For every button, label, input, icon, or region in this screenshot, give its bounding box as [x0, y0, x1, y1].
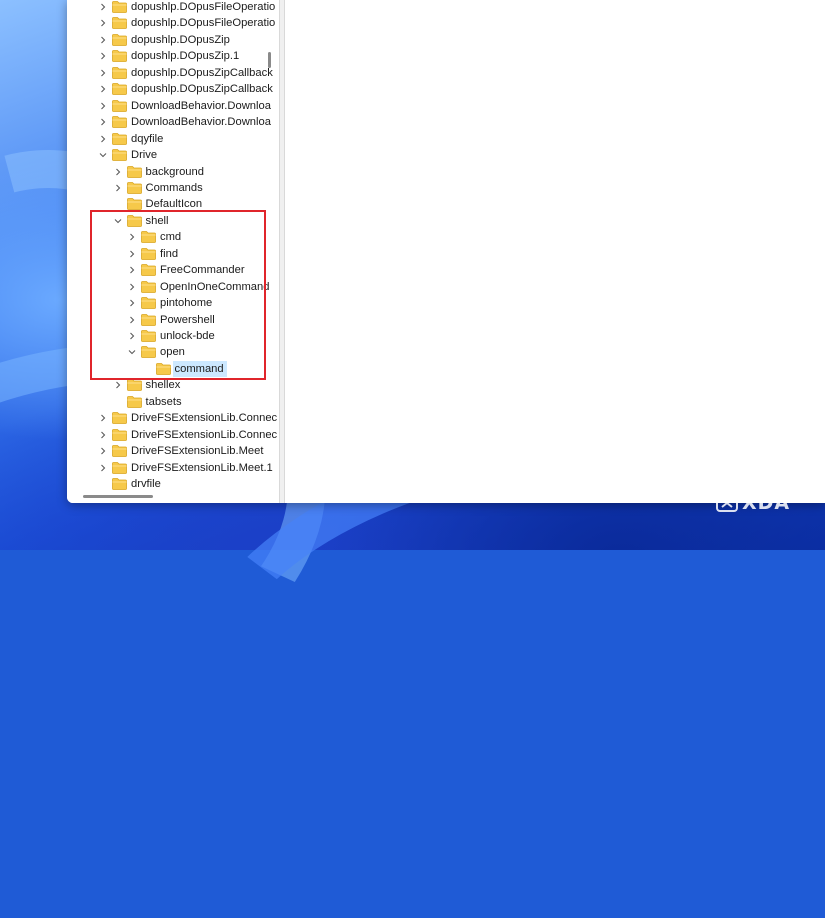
tree-horizontal-scrollbar-thumb[interactable]	[83, 495, 153, 498]
tree-node[interactable]: dopushlp.DOpusFileOperatio	[98, 15, 275, 31]
tree-node[interactable]: dqyfile	[98, 131, 163, 147]
chevron-right-icon[interactable]	[98, 131, 108, 147]
tree-node[interactable]: DownloadBehavior.Downloa	[98, 98, 271, 114]
tree-node-label: dopushlp.DOpusZip.1	[131, 50, 240, 63]
folder-icon	[112, 1, 127, 13]
folder-icon	[112, 478, 127, 490]
chevron-right-icon[interactable]	[98, 81, 108, 97]
chevron-right-icon[interactable]	[98, 443, 108, 459]
tree-node[interactable]: DriveFSExtensionLib.Meet	[98, 443, 263, 459]
chevron-right-icon[interactable]	[98, 410, 108, 426]
folder-icon	[112, 83, 127, 96]
tree-node-label: Commands	[145, 181, 203, 194]
folder-icon	[112, 50, 127, 63]
tree-node-label: background	[145, 165, 204, 178]
tree-node-label: DriveFSExtensionLib.Connec	[131, 428, 277, 441]
folder-icon	[112, 428, 127, 441]
expander-placeholder	[98, 476, 108, 492]
chevron-right-icon[interactable]	[98, 460, 108, 476]
tree-node[interactable]: dopushlp.DOpusZipCallback	[98, 65, 273, 81]
tree-node-label: dopushlp.DOpusFileOperatio	[131, 1, 276, 13]
tree-node[interactable]: Drive	[98, 147, 157, 163]
tree-node-label: DriveFSExtensionLib.Meet.1	[131, 461, 273, 474]
tree-node[interactable]: DriveFSExtensionLib.Meet.1	[98, 460, 273, 476]
tree-node-label: Drive	[131, 149, 158, 162]
folder-icon	[112, 99, 127, 112]
tree-vertical-scrollbar-thumb[interactable]	[268, 52, 271, 68]
folder-icon	[112, 66, 127, 79]
tree-node-label: DownloadBehavior.Downloa	[131, 116, 271, 129]
chevron-right-icon[interactable]	[98, 427, 108, 443]
folder-icon	[126, 198, 142, 211]
chevron-down-icon[interactable]	[98, 147, 108, 163]
tree-node[interactable]: dopushlp.DOpusZip	[98, 32, 230, 48]
folder-icon	[112, 17, 127, 30]
annotation-highlight-box	[90, 210, 266, 380]
folder-icon	[112, 149, 127, 161]
tree-node-label: dopushlp.DOpusZipCallback	[131, 66, 273, 79]
tree-node[interactable]: dopushlp.DOpusFileOperatio	[98, 0, 275, 15]
expander-placeholder	[113, 394, 123, 410]
tree-node[interactable]: Commands	[113, 180, 203, 196]
chevron-right-icon[interactable]	[98, 15, 108, 31]
tree-node-label: DriveFSExtensionLib.Connec	[131, 412, 277, 425]
tree-node-label: dopushlp.DOpusFileOperatio	[131, 17, 276, 30]
chevron-right-icon[interactable]	[98, 65, 108, 81]
tree-node-label: dopushlp.DOpusZipCallback	[131, 83, 273, 96]
folder-icon	[112, 33, 127, 46]
tree-node[interactable]: tabsets	[113, 394, 182, 410]
chevron-right-icon[interactable]	[98, 98, 108, 114]
folder-icon	[112, 445, 127, 458]
xda-logo-icon	[716, 494, 738, 512]
chevron-right-icon[interactable]	[113, 180, 123, 196]
folder-icon	[126, 182, 142, 194]
folder-icon	[112, 116, 127, 129]
folder-icon	[112, 132, 127, 145]
tree-node[interactable]: DriveFSExtensionLib.Connec	[98, 410, 277, 426]
tree-node-label: dopushlp.DOpusZip	[131, 33, 230, 46]
chevron-right-icon[interactable]	[113, 164, 123, 180]
tree-node-label: tabsets	[145, 395, 182, 408]
folder-icon	[112, 412, 127, 425]
tree-node-label: dqyfile	[131, 132, 164, 145]
tree-node-label: DriveFSExtensionLib.Meet	[131, 445, 264, 458]
folder-icon	[112, 461, 127, 474]
xda-watermark: XDA	[716, 492, 790, 514]
chevron-right-icon[interactable]	[98, 32, 108, 48]
folder-icon	[126, 379, 142, 392]
chevron-right-icon[interactable]	[98, 0, 108, 15]
tree-node[interactable]: DriveFSExtensionLib.Connec	[98, 427, 277, 443]
tree-node-label: DownloadBehavior.Downloa	[131, 99, 271, 112]
tree-node[interactable]: drvfile	[98, 476, 161, 492]
tree-node[interactable]: DownloadBehavior.Downloa	[98, 114, 271, 130]
chevron-right-icon[interactable]	[98, 48, 108, 64]
tree-node[interactable]: dopushlp.DOpusZipCallback	[98, 81, 273, 97]
tree-node[interactable]: background	[113, 164, 204, 180]
folder-icon	[126, 165, 142, 178]
tree-node-label: drvfile	[131, 478, 161, 491]
folder-icon	[126, 395, 142, 408]
tree-node[interactable]: dopushlp.DOpusZip.1	[98, 48, 239, 64]
registry-values-pane[interactable]	[285, 0, 825, 503]
chevron-right-icon[interactable]	[98, 114, 108, 130]
watermark-text: XDA	[742, 492, 791, 514]
